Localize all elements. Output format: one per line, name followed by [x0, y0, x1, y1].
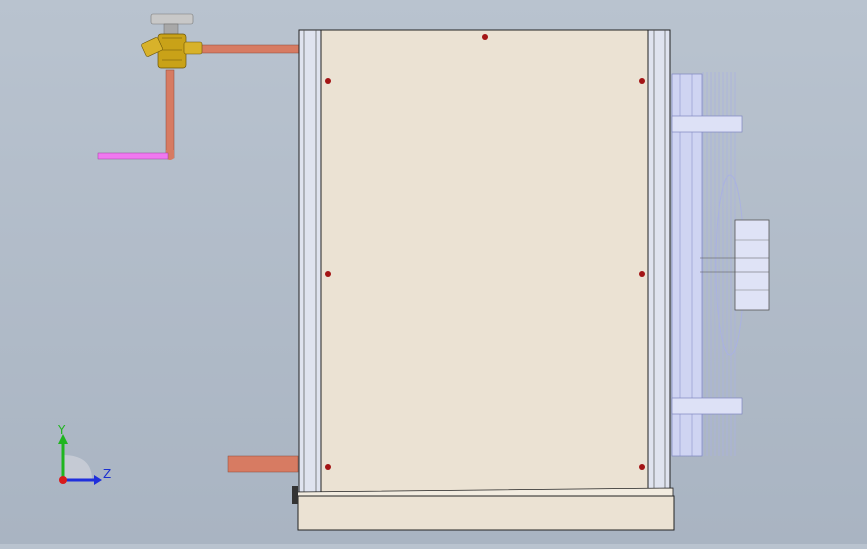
bolt: [639, 464, 645, 470]
bolt: [325, 78, 331, 84]
valve-body: [157, 33, 187, 69]
cabinet-right-frame: [647, 29, 671, 493]
copper-pipe-horizontal: [199, 44, 301, 54]
bolt: [325, 464, 331, 470]
origin-point: [59, 476, 67, 484]
z-axis-arrow: [94, 475, 102, 485]
copper-pipe-vertical: [165, 69, 175, 159]
bolt: [639, 78, 645, 84]
expansion-valve[interactable]: [141, 13, 203, 69]
fan-motor: [734, 219, 770, 311]
bolt: [325, 271, 331, 277]
cabinet-left-frame: [298, 29, 322, 493]
graphics-viewport[interactable]: Y Z: [0, 0, 867, 544]
bolt: [639, 271, 645, 277]
y-axis-label: Y: [58, 423, 66, 437]
cabinet[interactable]: [292, 29, 675, 531]
bolt: [482, 34, 488, 40]
refrigerant-piping[interactable]: [97, 44, 301, 473]
fan-mount-bracket-top: [671, 115, 743, 133]
fan-assembly[interactable]: [671, 72, 770, 457]
triad-plane-arc: [63, 455, 92, 480]
cabinet-front-panel: [320, 29, 649, 493]
fan-mount-bracket-bottom: [671, 397, 743, 415]
copper-pipe-lower-stub: [227, 455, 299, 473]
cabinet-base: [297, 495, 675, 531]
coordinate-triad: [58, 434, 102, 485]
valve-right-port: [183, 41, 203, 55]
base-foot: [292, 486, 298, 504]
z-axis-label: Z: [103, 467, 112, 481]
suction-line-pink: [97, 152, 169, 160]
valve-stem: [163, 23, 179, 35]
model-view[interactable]: [0, 0, 867, 544]
valve-cap: [150, 13, 194, 25]
